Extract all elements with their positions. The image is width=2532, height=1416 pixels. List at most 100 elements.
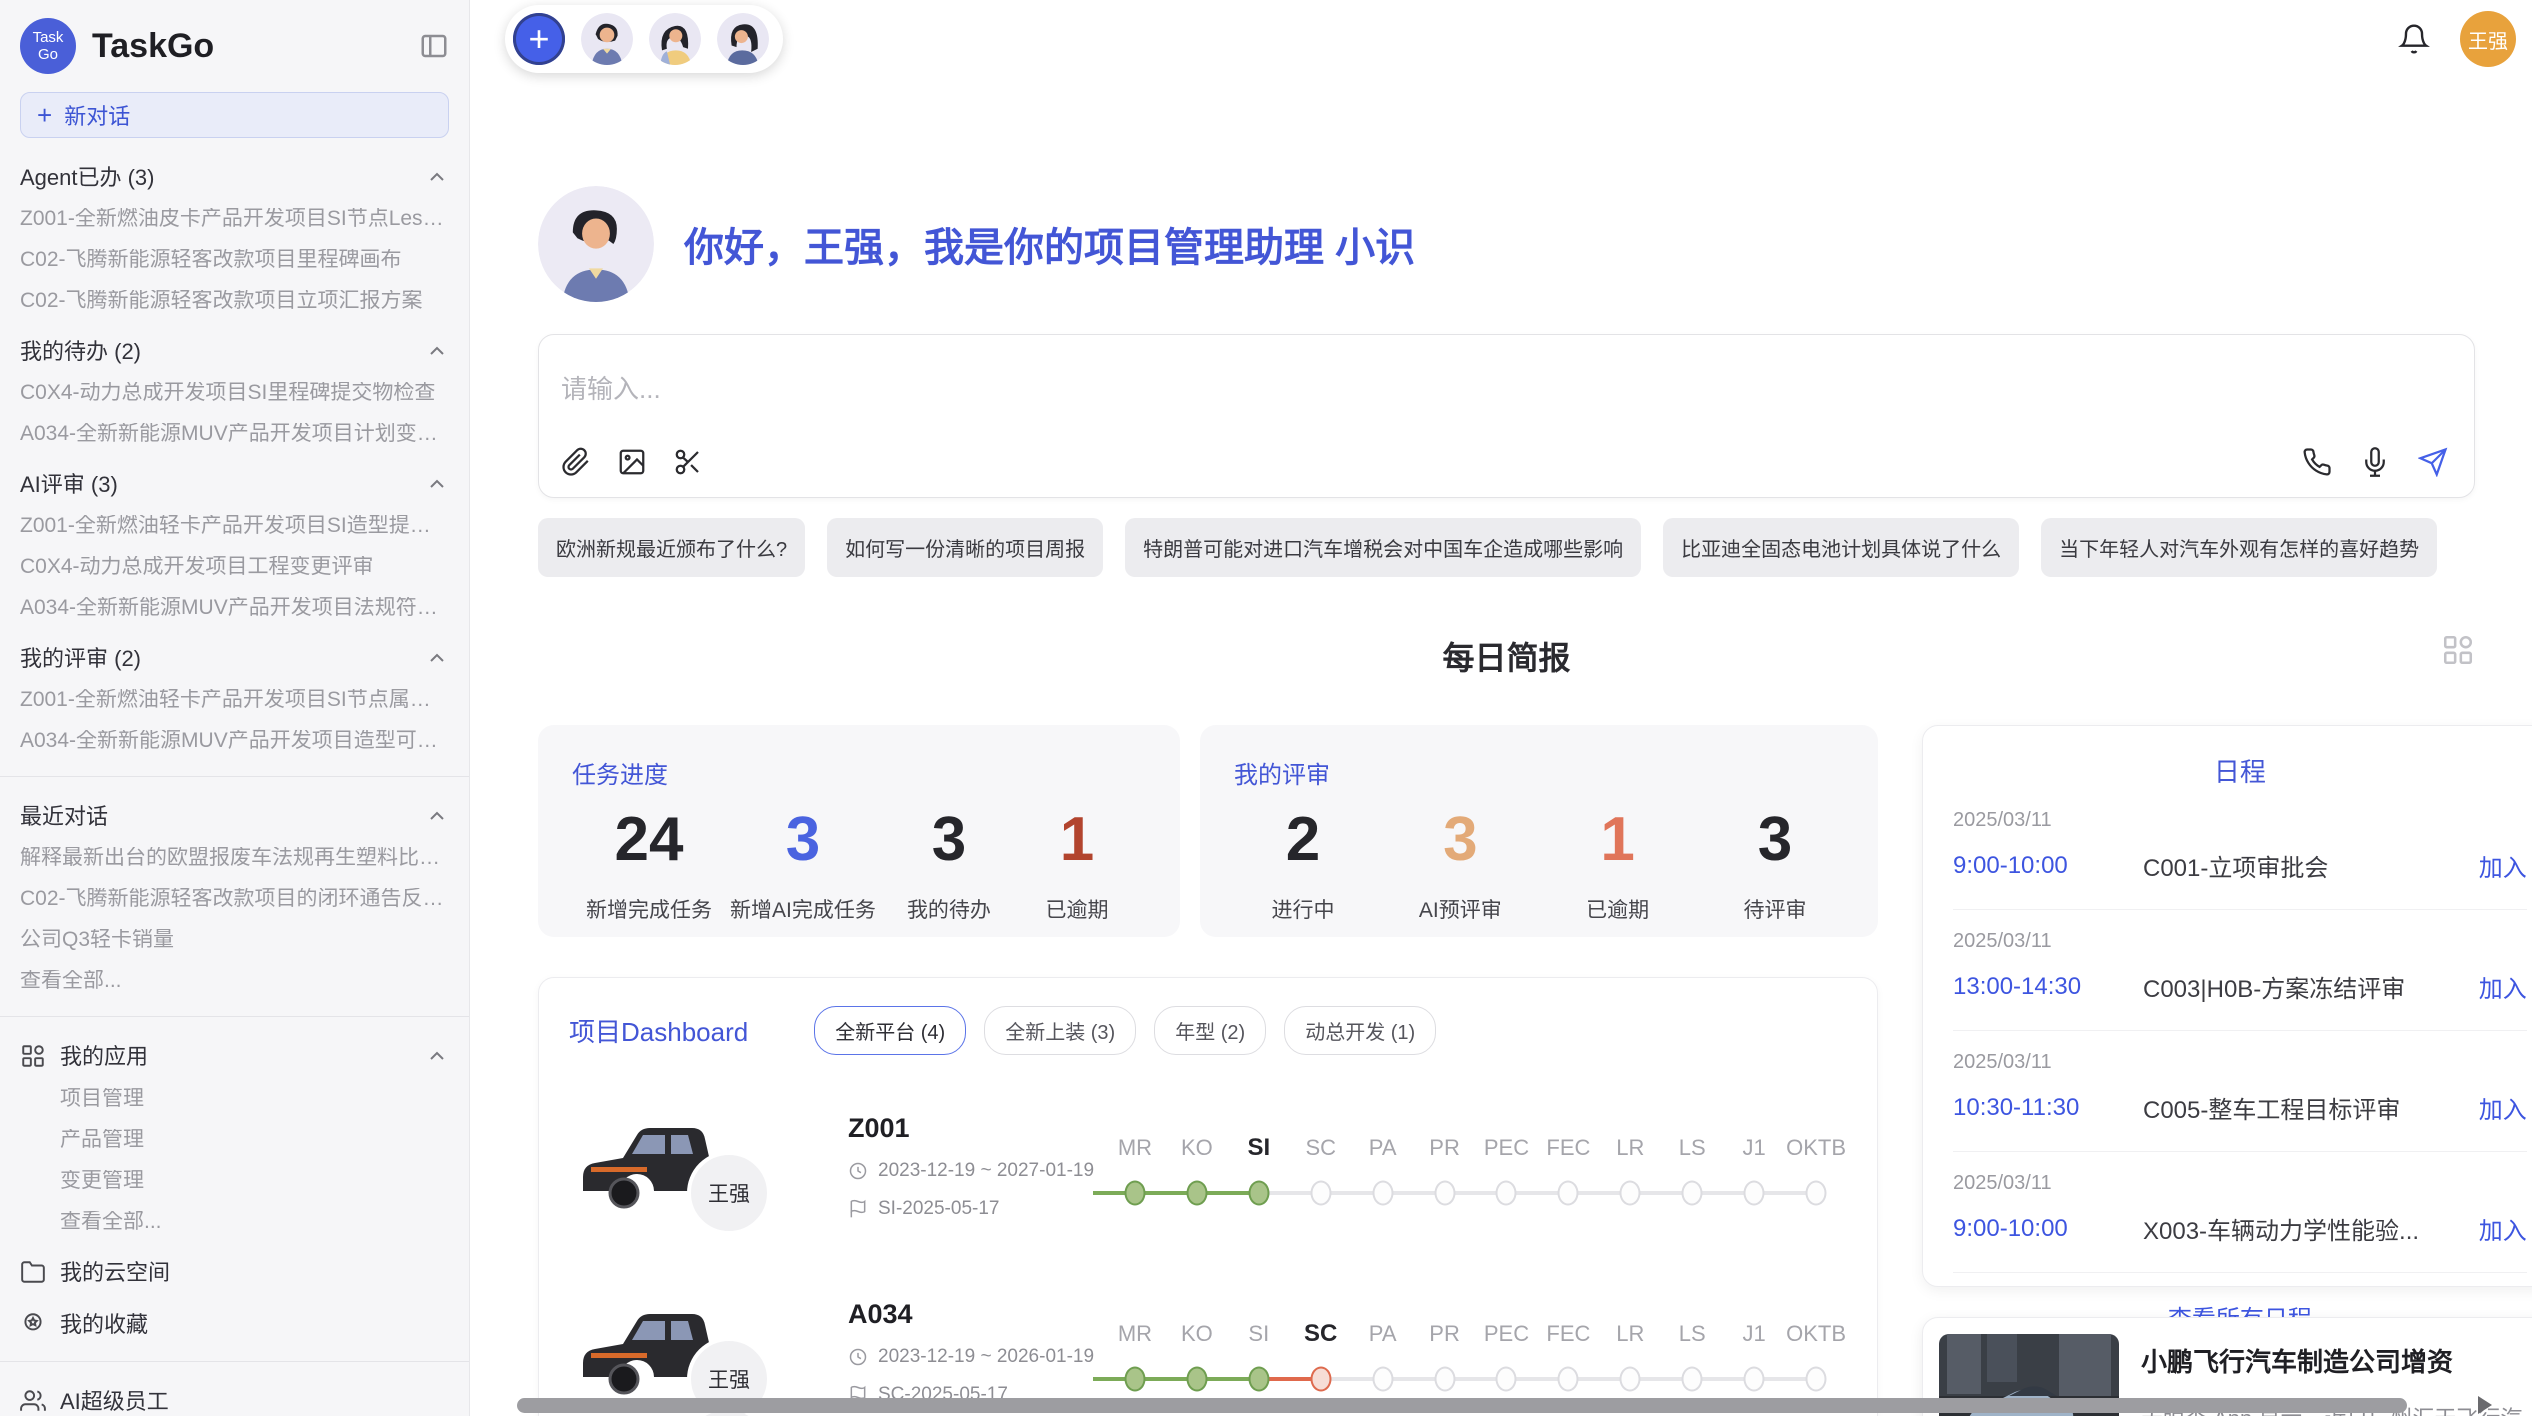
- contact-avatar-1[interactable]: [581, 13, 633, 65]
- join-meeting-link[interactable]: 加入: [2479, 848, 2527, 883]
- milestone-dot[interactable]: [1620, 1367, 1641, 1392]
- dashboard-filter-chip[interactable]: 动总开发 (1): [1284, 1006, 1436, 1055]
- milestone-dot[interactable]: [1310, 1367, 1331, 1392]
- milestone-dot[interactable]: [1620, 1181, 1641, 1206]
- sidebar-task-item[interactable]: Z001-全新燃油轻卡产品开发项目SI节点属性5D文件评审: [20, 689, 449, 711]
- join-meeting-link[interactable]: 加入: [2479, 1090, 2527, 1125]
- sidebar-task-item[interactable]: A034-全新新能源MUV产品开发项目法规符合性评审: [20, 597, 449, 619]
- suggestion-chip[interactable]: 特朗普可能对进口汽车增税会对中国车企造成哪些影响: [1125, 518, 1641, 577]
- recent-conversation-item[interactable]: 解释最新出台的欧盟报废车法规再生塑料比例被调至15%...: [20, 847, 449, 869]
- project-row[interactable]: 王强 Z001 2023-12-19 ~ 2027-01-19 SI-2025-…: [569, 1091, 1847, 1241]
- sidebar-collapse-icon[interactable]: [419, 31, 449, 61]
- paperclip-icon[interactable]: [561, 447, 591, 477]
- notification-bell-icon[interactable]: [2398, 23, 2430, 55]
- milestone-dot[interactable]: [1496, 1367, 1517, 1392]
- milestone-dot[interactable]: [1806, 1367, 1827, 1392]
- join-meeting-link[interactable]: 加入: [2479, 969, 2527, 1004]
- recent-view-all-link[interactable]: 查看全部...: [20, 970, 449, 992]
- recent-conversation-item[interactable]: C02-飞腾新能源轻客改款项目的闭环通告反馈情况: [20, 888, 449, 910]
- chevron-up-icon[interactable]: [425, 339, 449, 363]
- milestone-dot[interactable]: [1558, 1367, 1579, 1392]
- milestone-dot[interactable]: [1806, 1181, 1827, 1206]
- sidebar-link[interactable]: 我的收藏: [20, 1311, 449, 1337]
- sidebar-link[interactable]: 我的云空间: [20, 1259, 449, 1285]
- scroll-right-arrow[interactable]: [2478, 1396, 2492, 1414]
- recent-conversation-item[interactable]: 公司Q3轻卡销量: [20, 929, 449, 951]
- sidebar-task-item[interactable]: C02-飞腾新能源轻客改款项目里程碑画布: [20, 249, 449, 271]
- milestone-dot[interactable]: [1124, 1367, 1145, 1392]
- milestone-dot[interactable]: [1496, 1181, 1517, 1206]
- milestone-dot[interactable]: [1372, 1367, 1393, 1392]
- schedule-event-title[interactable]: C001-立项审批会: [2143, 848, 2463, 883]
- schedule-event-title[interactable]: X003-车辆动力学性能验...: [2143, 1211, 2463, 1246]
- chevron-up-icon[interactable]: [425, 472, 449, 496]
- milestone-dot[interactable]: [1434, 1181, 1455, 1206]
- app-item[interactable]: 产品管理: [60, 1129, 449, 1151]
- milestone: J1: [1723, 1133, 1785, 1213]
- dashboard-filter-chip[interactable]: 全新上装 (3): [984, 1006, 1136, 1055]
- sidebar-section-header[interactable]: 我的待办 (2): [20, 339, 449, 363]
- recent-conversations-header[interactable]: 最近对话: [20, 804, 449, 828]
- sidebar-section-header[interactable]: Agent已办 (3): [20, 165, 449, 189]
- sidebar-section-header[interactable]: AI评审 (3): [20, 472, 449, 496]
- sidebar-task-item[interactable]: A034-全新新能源MUV产品开发项目计划变更表编写: [20, 423, 449, 445]
- milestone-dot[interactable]: [1434, 1367, 1455, 1392]
- project-row[interactable]: 王强 A034 2023-12-19 ~ 2026-01-19 SC-2025-…: [569, 1277, 1847, 1416]
- briefing-body: 任务进度 24 新增完成任务 3 新增AI完成任务 3 我的待办 1 已逾期我的…: [538, 725, 2475, 1416]
- sidebar-task-item[interactable]: C0X4-动力总成开发项目SI里程碑提交物检查: [20, 382, 449, 404]
- sidebar-task-item[interactable]: C0X4-动力总成开发项目工程变更评审: [20, 556, 449, 578]
- phone-icon[interactable]: [2302, 447, 2332, 477]
- my-apps-header[interactable]: 我的应用: [20, 1043, 449, 1069]
- sidebar-task-item[interactable]: C02-飞腾新能源轻客改款项目立项汇报方案: [20, 290, 449, 312]
- app-item[interactable]: 变更管理: [60, 1170, 449, 1192]
- milestone-dot[interactable]: [1248, 1181, 1269, 1206]
- milestone-dot[interactable]: [1186, 1181, 1207, 1206]
- suggestion-chip[interactable]: 欧洲新规最近颁布了什么?: [538, 518, 805, 577]
- project-code[interactable]: Z001: [848, 1113, 1104, 1144]
- sidebar-task-item[interactable]: Z001-全新燃油皮卡产品开发项目SI节点Lesson Learn报告: [20, 208, 449, 230]
- new-chat-button[interactable]: + 新对话: [20, 92, 449, 138]
- chevron-up-icon[interactable]: [425, 804, 449, 828]
- send-icon[interactable]: [2418, 447, 2448, 477]
- app-item[interactable]: 项目管理: [60, 1088, 449, 1110]
- milestone-dot[interactable]: [1682, 1367, 1703, 1392]
- sidebar-tool[interactable]: AI超级员工: [20, 1388, 449, 1414]
- apps-view-all-link[interactable]: 查看全部...: [60, 1211, 449, 1233]
- sidebar-task-item[interactable]: A034-全新新能源MUV产品开发项目造型可行性评审: [20, 730, 449, 752]
- main-area: + 王强: [470, 0, 2532, 1416]
- project-code[interactable]: A034: [848, 1299, 1104, 1330]
- project-milestone-flag: SI-2025-05-17: [848, 1198, 1104, 1220]
- schedule-event-title[interactable]: C003|H0B-方案冻结评审: [2143, 969, 2463, 1004]
- suggestion-chip[interactable]: 如何写一份清晰的项目周报: [827, 518, 1103, 577]
- chevron-up-icon[interactable]: [425, 1044, 449, 1068]
- contact-avatar-2[interactable]: [649, 13, 701, 65]
- image-icon[interactable]: [617, 447, 647, 477]
- microphone-icon[interactable]: [2360, 447, 2390, 477]
- sidebar-task-item[interactable]: Z001-全新燃油轻卡产品开发项目SI造型提交物评审: [20, 515, 449, 537]
- dashboard-filter-chip[interactable]: 全新平台 (4): [814, 1006, 966, 1055]
- scissors-icon[interactable]: [673, 447, 703, 477]
- sidebar-section-header[interactable]: 我的评审 (2): [20, 646, 449, 670]
- milestone-dot[interactable]: [1248, 1367, 1269, 1392]
- layout-grid-icon[interactable]: [2441, 633, 2475, 667]
- milestone-dot[interactable]: [1310, 1181, 1331, 1206]
- chat-input[interactable]: 请输入...: [538, 334, 2475, 498]
- milestone-dot[interactable]: [1558, 1181, 1579, 1206]
- user-avatar[interactable]: 王强: [2460, 11, 2516, 67]
- milestone-dot[interactable]: [1682, 1181, 1703, 1206]
- dashboard-filter-chip[interactable]: 年型 (2): [1154, 1006, 1266, 1055]
- suggestion-chip[interactable]: 当下年轻人对汽车外观有怎样的喜好趋势: [2041, 518, 2437, 577]
- milestone-dot[interactable]: [1124, 1181, 1145, 1206]
- contact-avatar-3[interactable]: [717, 13, 769, 65]
- milestone-dot[interactable]: [1744, 1181, 1765, 1206]
- horizontal-scrollbar[interactable]: [517, 1398, 2407, 1413]
- schedule-event-title[interactable]: C005-整车工程目标评审: [2143, 1090, 2463, 1125]
- milestone-dot[interactable]: [1744, 1367, 1765, 1392]
- milestone-dot[interactable]: [1372, 1181, 1393, 1206]
- chevron-up-icon[interactable]: [425, 646, 449, 670]
- milestone-dot[interactable]: [1186, 1367, 1207, 1392]
- add-contact-button[interactable]: +: [513, 13, 565, 65]
- join-meeting-link[interactable]: 加入: [2479, 1211, 2527, 1246]
- chevron-up-icon[interactable]: [425, 165, 449, 189]
- suggestion-chip[interactable]: 比亚迪全固态电池计划具体说了什么: [1663, 518, 2019, 577]
